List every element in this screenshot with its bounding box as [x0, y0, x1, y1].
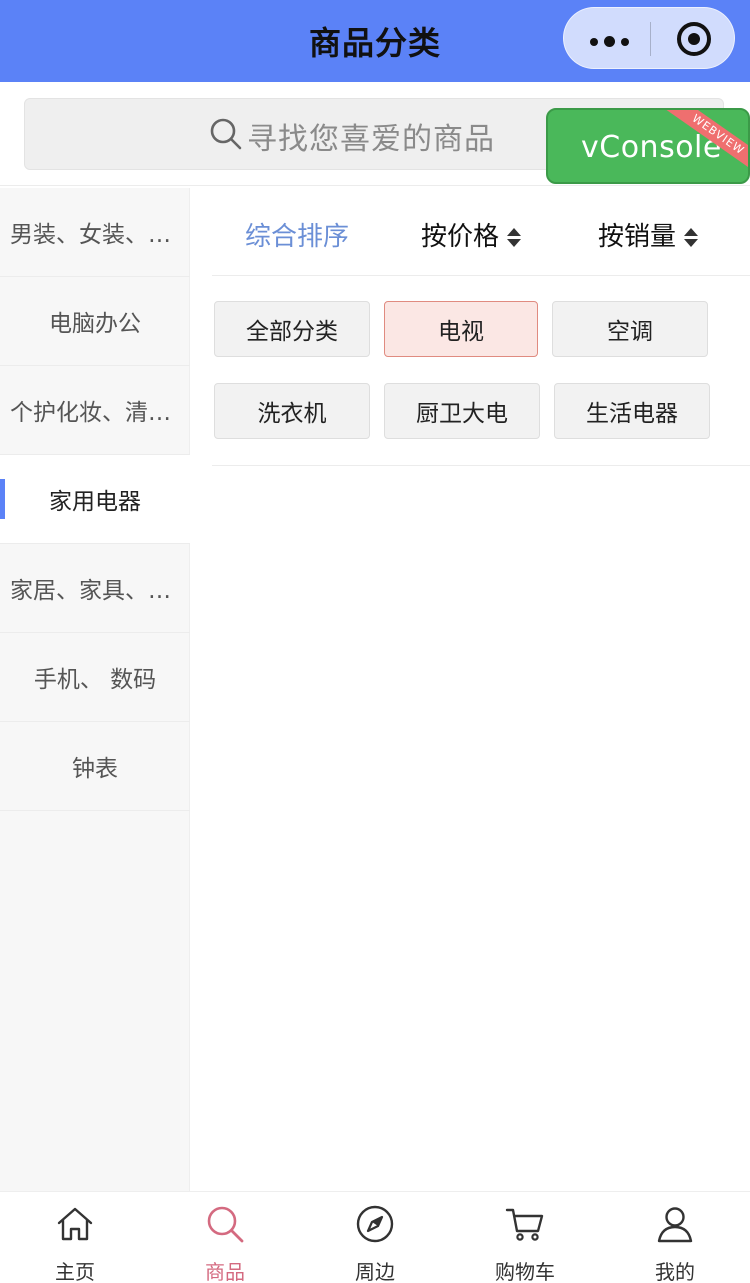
navigation-bar: 商品分类: [0, 0, 750, 82]
sidebar-item-clothing[interactable]: 男装、女装、内衣: [0, 188, 190, 277]
sidebar-item-label: 钟表: [72, 756, 118, 782]
sort-label: 按价格: [421, 222, 500, 252]
cart-icon: [505, 1208, 544, 1241]
chip-kitchen-appliances[interactable]: 厨卫大电: [384, 383, 540, 439]
mini-program-capsule: [563, 7, 735, 69]
chip-small-appliances[interactable]: 生活电器: [554, 383, 710, 439]
tab-cart[interactable]: 购物车: [450, 1192, 600, 1283]
tab-label: 主页: [55, 1260, 95, 1283]
search-placeholder: 寻找您喜爱的商品: [247, 122, 495, 157]
sidebar-item-home-furniture[interactable]: 家居、家具、家装: [0, 544, 190, 633]
chip-all-categories[interactable]: 全部分类: [214, 301, 370, 357]
sort-bar: 综合排序 按价格 按销量: [212, 188, 750, 276]
sort-comprehensive[interactable]: 综合排序: [245, 216, 349, 253]
tab-bar: 主页 商品 周边 购物车 我的: [0, 1191, 750, 1283]
sidebar-item-home-appliances[interactable]: 家用电器: [0, 455, 190, 544]
sort-arrows-icon: [507, 227, 522, 249]
capsule-divider: [650, 22, 651, 56]
sidebar-item-label: 手机、 数码: [33, 667, 157, 693]
sort-by-sales[interactable]: 按销量: [598, 216, 699, 253]
tab-label: 商品: [205, 1260, 245, 1283]
sidebar-item-label: 电脑办公: [49, 311, 141, 337]
vconsole-button[interactable]: vConsole WEBVIEW: [546, 108, 750, 184]
search-icon: [207, 1206, 244, 1243]
vconsole-label: vConsole: [581, 130, 722, 165]
sort-label: 按销量: [598, 222, 677, 252]
sidebar-item-phones-digital[interactable]: 手机、 数码: [0, 633, 190, 722]
sort-by-price[interactable]: 按价格: [421, 216, 522, 253]
user-icon: [657, 1207, 693, 1243]
sidebar-item-computer-office[interactable]: 电脑办公: [0, 277, 190, 366]
tab-label: 我的: [655, 1260, 695, 1283]
sidebar-item-label: 家居、家具、家装: [10, 578, 180, 604]
chip-air-conditioner[interactable]: 空调: [552, 301, 708, 357]
sidebar-item-personal-care[interactable]: 个护化妆、清洁用品: [0, 366, 190, 455]
sort-arrows-icon: [684, 227, 699, 249]
search-icon: [210, 118, 242, 150]
sort-label: 综合排序: [245, 222, 350, 252]
compass-icon: [356, 1205, 394, 1243]
tab-products[interactable]: 商品: [150, 1192, 300, 1283]
more-icon[interactable]: [590, 36, 629, 47]
sidebar-item-label: 个护化妆、清洁用品: [10, 400, 180, 426]
tab-nearby[interactable]: 周边: [300, 1192, 450, 1283]
sidebar-item-label: 男装、女装、内衣: [10, 222, 180, 248]
sidebar-item-label: 家用电器: [49, 489, 141, 515]
category-sidebar: 男装、女装、内衣 电脑办公 个护化妆、清洁用品 家用电器 家居、家具、家装 手机…: [0, 188, 190, 1191]
subcategory-grid: 全部分类 电视 空调 洗衣机 厨卫大电 生活电器: [212, 276, 750, 466]
tab-label: 周边: [355, 1260, 395, 1283]
sidebar-item-watches[interactable]: 钟表: [0, 722, 190, 811]
tab-mine[interactable]: 我的: [600, 1192, 750, 1283]
chip-washing-machine[interactable]: 洗衣机: [214, 383, 370, 439]
chip-tv[interactable]: 电视: [384, 301, 538, 357]
tab-home[interactable]: 主页: [0, 1192, 150, 1283]
close-icon[interactable]: [677, 22, 711, 56]
tab-label: 购物车: [495, 1260, 555, 1283]
home-icon: [57, 1207, 93, 1241]
